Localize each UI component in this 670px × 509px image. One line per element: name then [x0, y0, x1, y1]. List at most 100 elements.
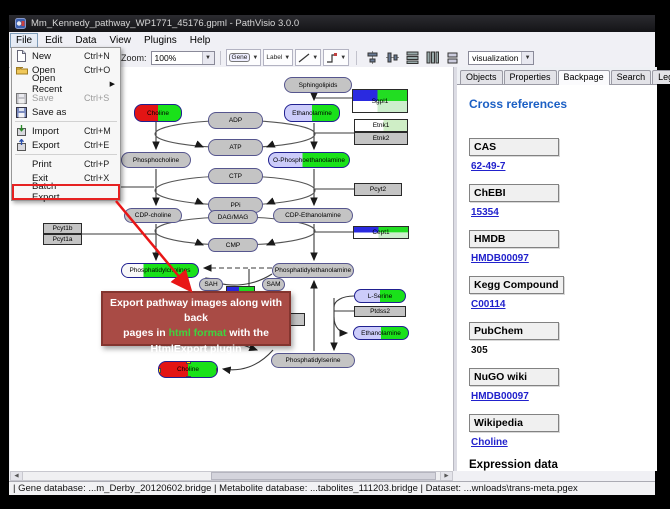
backpage-content: Cross references CAS62-49-7ChEBI15354HMD…	[457, 85, 657, 471]
draw-line-button[interactable]: ▼	[295, 49, 321, 66]
pathway-node-pcyt1b[interactable]: Pcyt1b	[43, 223, 82, 234]
align-center-x-button[interactable]	[363, 50, 381, 66]
distribute-vertical-button[interactable]	[423, 50, 441, 66]
menu-item-shortcut: Ctrl+S	[84, 93, 117, 103]
file-menu-item-new[interactable]: NewCtrl+N	[13, 49, 119, 63]
pathway-node-cdp-ethanolamine[interactable]: CDP-Ethanolamine	[273, 208, 353, 223]
file-menu-item-export[interactable]: ExportCtrl+E	[13, 138, 119, 152]
title-bar[interactable]: Mm_Kennedy_pathway_WP1771_45176.gpml - P…	[9, 15, 655, 32]
scrollbar-trough[interactable]	[23, 472, 440, 480]
pathway-node-o-phosphoethanolamine[interactable]: O-Phosphoethanolamine	[268, 152, 350, 168]
pathway-node-sgpl1[interactable]: Sgpl1	[352, 89, 408, 113]
chevron-down-icon[interactable]: ▼	[340, 55, 346, 61]
cross-reference-link[interactable]: 15354	[471, 207, 649, 218]
menu-item-label: Save as	[32, 107, 84, 118]
file-menu-item-save-as[interactable]: Save as	[13, 105, 119, 119]
pathway-node-phosphatidylethanolamine[interactable]: Phosphatidylethanolamine	[272, 263, 354, 278]
chevron-down-icon[interactable]: ▼	[312, 55, 318, 61]
callout-line1: Export pathway images along with back	[110, 297, 282, 324]
tab-backpage[interactable]: Backpage	[558, 70, 610, 85]
menubar-item-data[interactable]: Data	[69, 33, 102, 48]
file-menu-item-save[interactable]: SaveCtrl+S	[13, 91, 119, 105]
pathway-node-phosphocholine[interactable]: Phosphocholine	[121, 152, 191, 168]
pathway-node-dag-mag[interactable]: DAG/MAG	[208, 210, 258, 224]
scroll-right-icon[interactable]: ▶	[440, 472, 452, 480]
pathway-node-etnk1[interactable]: Etnk1	[354, 119, 408, 132]
pathway-node-pcyt2[interactable]: Pcyt2	[354, 183, 402, 196]
pathway-node-ethanolamine[interactable]: Ethanolamine	[353, 326, 409, 340]
menubar-item-view[interactable]: View	[103, 33, 137, 48]
chevron-down-icon[interactable]: ▼	[202, 52, 214, 64]
selection-handle[interactable]	[186, 361, 191, 364]
align-center-y-button[interactable]	[383, 50, 401, 66]
zoom-combobox[interactable]: 100% ▼	[151, 51, 215, 65]
tab-objects[interactable]: Objects	[460, 70, 503, 84]
visualization-combobox[interactable]: visualization ▼	[468, 51, 534, 65]
cross-reference-link[interactable]: C00114	[471, 299, 649, 310]
annotation-callout: Export pathway images along with back pa…	[101, 291, 291, 346]
file-menu-item-batch-export[interactable]: Batch Export	[13, 185, 119, 199]
pathway-node-cept1[interactable]: Cept1	[353, 226, 409, 239]
file-menu-item-print[interactable]: PrintCtrl+P	[13, 157, 119, 171]
menu-item-label: Import	[32, 126, 84, 137]
chevron-down-icon[interactable]: ▼	[521, 52, 533, 64]
screenshot-root: { "window": { "title": "Mm_Kennedy_pathw…	[0, 0, 670, 509]
pathway-node-choline[interactable]: Choline	[158, 361, 218, 378]
menubar-item-help[interactable]: Help	[184, 33, 217, 48]
add-label-button[interactable]: Label ▼	[263, 49, 293, 66]
pathway-node-etnk2[interactable]: Etnk2	[354, 132, 408, 145]
cross-reference-link[interactable]: HMDB00097	[471, 253, 649, 264]
pathway-node-adp[interactable]: ADP	[208, 112, 263, 129]
pathway-node-ptdss2[interactable]: Ptdss2	[354, 306, 406, 317]
toolbar-separator	[356, 51, 357, 65]
pathway-node-atp[interactable]: ATP	[208, 139, 263, 156]
tab-search[interactable]: Search	[611, 70, 652, 84]
menubar-item-plugins[interactable]: Plugins	[138, 33, 183, 48]
distribute-horizontal-button[interactable]	[403, 50, 421, 66]
section-header: CAS	[469, 138, 559, 156]
add-gene-button[interactable]: Gene ▼	[226, 49, 262, 66]
cross-reference-value: 305	[471, 345, 649, 356]
chevron-down-icon[interactable]: ▼	[284, 55, 290, 61]
menu-item-shortcut: Ctrl+X	[84, 173, 117, 183]
selection-handle[interactable]	[158, 361, 161, 364]
import-icon	[15, 125, 28, 137]
file-menu-item-import[interactable]: ImportCtrl+M	[13, 124, 119, 138]
pathway-node-l-serine[interactable]: L-Serine	[354, 289, 406, 303]
menubar-item-edit[interactable]: Edit	[39, 33, 68, 48]
pathway-node-sam[interactable]: SAM	[262, 278, 285, 291]
cross-reference-link[interactable]: Choline	[471, 437, 649, 448]
callout-line2-pre: pages in	[123, 327, 169, 339]
menubar-item-file[interactable]: File	[10, 33, 38, 48]
scrollbar-thumb[interactable]	[211, 472, 436, 480]
selection-handle[interactable]	[216, 368, 218, 373]
tab-legend[interactable]: Legend	[652, 70, 670, 84]
cross-reference-link[interactable]: HMDB00097	[471, 391, 649, 402]
chevron-down-icon[interactable]: ▼	[252, 55, 258, 61]
draw-connector-button[interactable]: ▼	[323, 49, 349, 66]
menu-item-label: Export	[32, 140, 84, 151]
pathway-node-phosphatidylcholines[interactable]: Phosphatidylcholines	[121, 263, 199, 278]
pathway-node-cdp-choline[interactable]: CDP-choline	[124, 208, 182, 223]
selection-handle[interactable]	[158, 368, 161, 373]
pathway-node-cmp[interactable]: CMP	[208, 238, 258, 252]
horizontal-scrollbar[interactable]: ◀ ▶	[10, 471, 453, 481]
pathway-node-ethanolamine[interactable]: Ethanolamine	[284, 104, 340, 122]
scroll-left-icon[interactable]: ◀	[11, 472, 23, 480]
export-icon	[15, 139, 28, 151]
side-panel: ObjectsPropertiesBackpageSearchLegend Cr…	[457, 67, 657, 471]
section-header: ChEBI	[469, 184, 559, 202]
file-menu-item-open-recent[interactable]: Open Recent▶	[13, 77, 119, 91]
pathway-node-sah[interactable]: SAH	[199, 278, 223, 291]
tab-properties[interactable]: Properties	[504, 70, 557, 84]
stack-button[interactable]	[443, 50, 461, 66]
pathway-node-ctp[interactable]: CTP	[208, 168, 263, 184]
backpage-section-hmdb: HMDBHMDB00097	[469, 229, 649, 264]
pathway-node-sphingolipids[interactable]: Sphingolipids	[284, 77, 352, 93]
selection-handle[interactable]	[186, 376, 191, 378]
pathway-node-pcyt1a[interactable]: Pcyt1a	[43, 234, 82, 245]
pathway-node-choline[interactable]: Choline	[134, 104, 182, 122]
line-icon	[298, 53, 310, 63]
menu-icon-placeholder	[15, 78, 28, 90]
cross-reference-link[interactable]: 62-49-7	[471, 161, 649, 172]
